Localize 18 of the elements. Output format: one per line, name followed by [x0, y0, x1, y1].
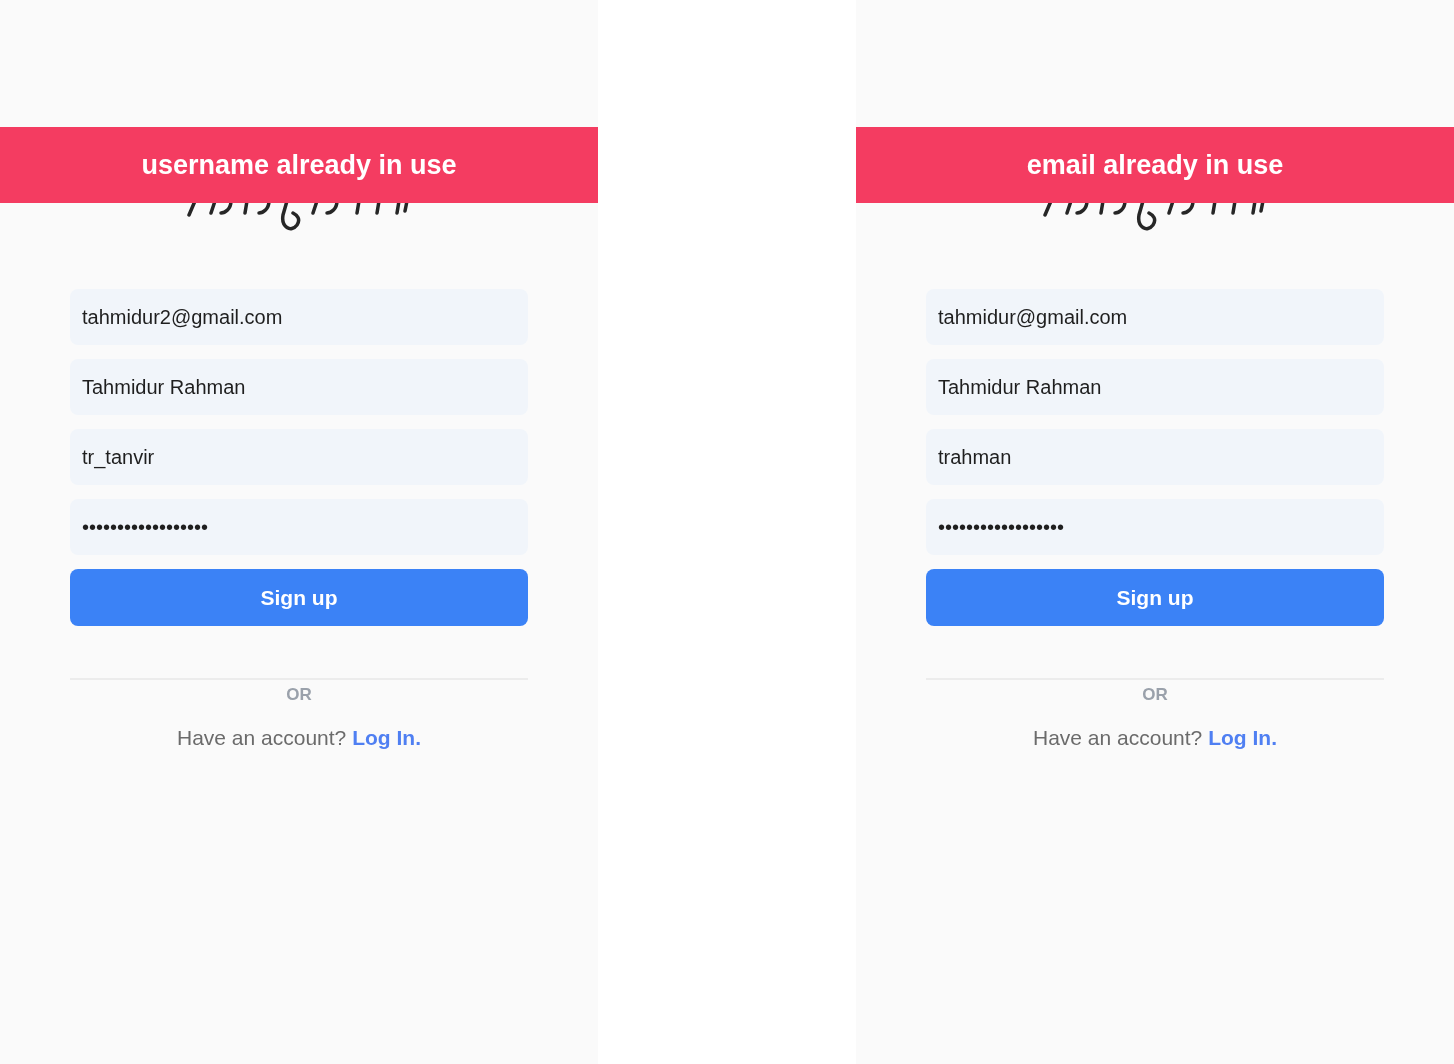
- error-message: email already in use: [1026, 148, 1284, 182]
- input-field[interactable]: ••••••••••••••••••: [70, 499, 528, 555]
- input-field[interactable]: tahmidur@gmail.com: [926, 289, 1384, 345]
- input-field[interactable]: Tahmidur Rahman: [70, 359, 528, 415]
- sign-up-button[interactable]: Sign up: [70, 569, 528, 626]
- log-in-link[interactable]: Log In.: [352, 725, 421, 749]
- divider-label: OR: [286, 684, 312, 706]
- login-prompt: Have an account? Log In.: [177, 724, 421, 751]
- error-message: username already in use: [141, 148, 457, 182]
- input-field[interactable]: trahman: [926, 429, 1384, 485]
- input-field[interactable]: tr_tanvir: [70, 429, 528, 485]
- input-field[interactable]: Tahmidur Rahman: [926, 359, 1384, 415]
- login-prompt: Have an account? Log In.: [1033, 724, 1277, 751]
- divider-label: OR: [1142, 684, 1168, 706]
- input-field[interactable]: ••••••••••••••••••: [926, 499, 1384, 555]
- sign-up-button[interactable]: Sign up: [926, 569, 1384, 626]
- input-field[interactable]: tahmidur2@gmail.com: [70, 289, 528, 345]
- log-in-link[interactable]: Log In.: [1208, 725, 1277, 749]
